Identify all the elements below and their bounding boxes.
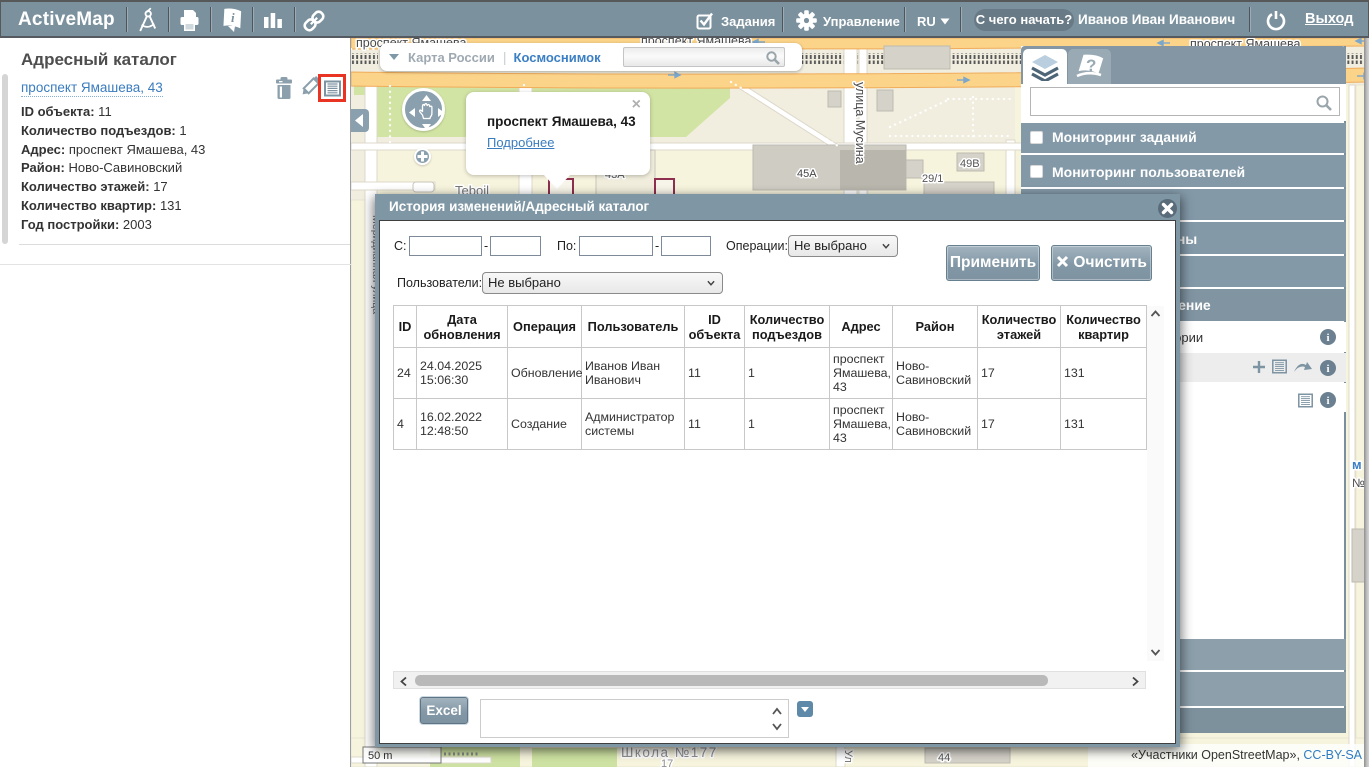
svg-text:44: 44 xyxy=(938,752,950,764)
svg-text:улица Мусина: улица Мусина xyxy=(853,82,867,164)
svg-text:i: i xyxy=(231,10,235,25)
svg-text:29/1: 29/1 xyxy=(922,173,943,185)
svg-text:i: i xyxy=(1326,363,1329,375)
svg-text:49В: 49В xyxy=(960,158,980,170)
svg-text:Ул: Ул xyxy=(842,750,854,763)
svg-text:17: 17 xyxy=(661,758,673,767)
svg-text:50 m: 50 m xyxy=(368,750,392,762)
svg-text:i: i xyxy=(1326,332,1329,344)
svg-text:?: ? xyxy=(1086,56,1096,75)
svg-text:i: i xyxy=(1326,395,1329,407)
svg-text:45А: 45А xyxy=(797,168,817,180)
